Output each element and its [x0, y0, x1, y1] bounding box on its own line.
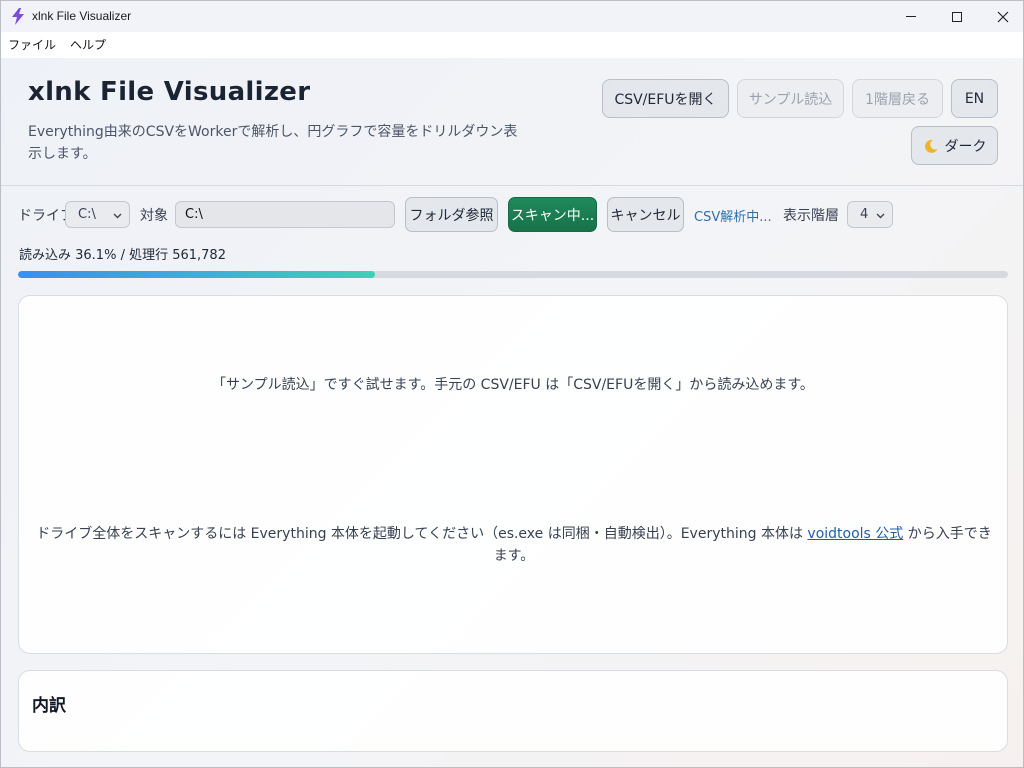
depth-select-value: 4: [860, 207, 869, 222]
title-bar[interactable]: xlnk File Visualizer: [1, 1, 1023, 32]
breakdown-title: 内訳: [32, 696, 66, 716]
maximize-button[interactable]: [934, 1, 980, 32]
close-button[interactable]: [980, 1, 1023, 32]
menu-file[interactable]: ファイル: [1, 32, 63, 58]
maximize-icon: [952, 11, 962, 22]
sample-hint: 「サンプル読込」ですぐ試せます。手元の CSV/EFU は「CSV/EFUを開く…: [212, 377, 814, 393]
voidtools-link[interactable]: voidtools 公式: [807, 526, 903, 542]
progress-fill: [18, 271, 376, 278]
app-window: xlnk File Visualizer ファイル ヘルプ xlnk File …: [0, 0, 1024, 768]
dark-mode-button[interactable]: ダーク: [911, 126, 998, 165]
breakdown-panel: 内訳: [18, 670, 1008, 752]
chevron-down-icon: [113, 213, 122, 219]
load-sample-button[interactable]: サンプル読込: [737, 79, 844, 118]
scan-button[interactable]: スキャン中...: [508, 197, 597, 232]
app-title: xlnk File Visualizer: [28, 77, 311, 107]
menu-help[interactable]: ヘルプ: [63, 32, 113, 58]
target-label: 対象: [140, 208, 168, 224]
go-up-button[interactable]: 1階層戻る: [852, 79, 943, 118]
drive-select-value: C:\: [78, 207, 96, 222]
status-text: CSV解析中...: [694, 210, 772, 225]
everything-hint-text: ドライブ全体をスキャンするには Everything 本体を起動してください（e…: [36, 526, 808, 542]
app-subtitle: Everything由来のCSVをWorkerで解析し、円グラフで容量をドリルダ…: [28, 124, 518, 162]
menu-bar: ファイル ヘルプ: [1, 32, 1023, 58]
everything-hint: ドライブ全体をスキャンするには Everything 本体を起動してください（e…: [31, 523, 997, 567]
chevron-down-icon: [876, 213, 885, 219]
cancel-button[interactable]: キャンセル: [607, 197, 684, 232]
moon-icon: [924, 139, 937, 153]
target-path-input[interactable]: C:\: [175, 201, 395, 228]
visualization-panel: 「サンプル読込」ですぐ試せます。手元の CSV/EFU は「CSV/EFUを開く…: [18, 295, 1008, 654]
window-title: xlnk File Visualizer: [32, 9, 132, 23]
app-header: xlnk File Visualizer Everything由来のCSVをWo…: [1, 58, 1023, 186]
language-button[interactable]: EN: [951, 79, 998, 118]
progress-bar: [18, 271, 1008, 278]
open-csv-button[interactable]: CSV/EFUを開く: [602, 79, 729, 118]
minimize-button[interactable]: [888, 1, 934, 32]
depth-label: 表示階層: [783, 208, 839, 224]
dark-mode-label: ダーク: [944, 138, 987, 155]
progress-text: 読み込み 36.1% / 処理行 561,782: [19, 248, 226, 263]
close-icon: [997, 11, 1009, 22]
drive-select[interactable]: C:\: [65, 201, 130, 228]
lightning-icon: [12, 8, 24, 25]
minimize-icon: [906, 16, 916, 17]
depth-select[interactable]: 4: [847, 201, 893, 228]
browse-folder-button[interactable]: フォルダ参照: [405, 197, 498, 232]
